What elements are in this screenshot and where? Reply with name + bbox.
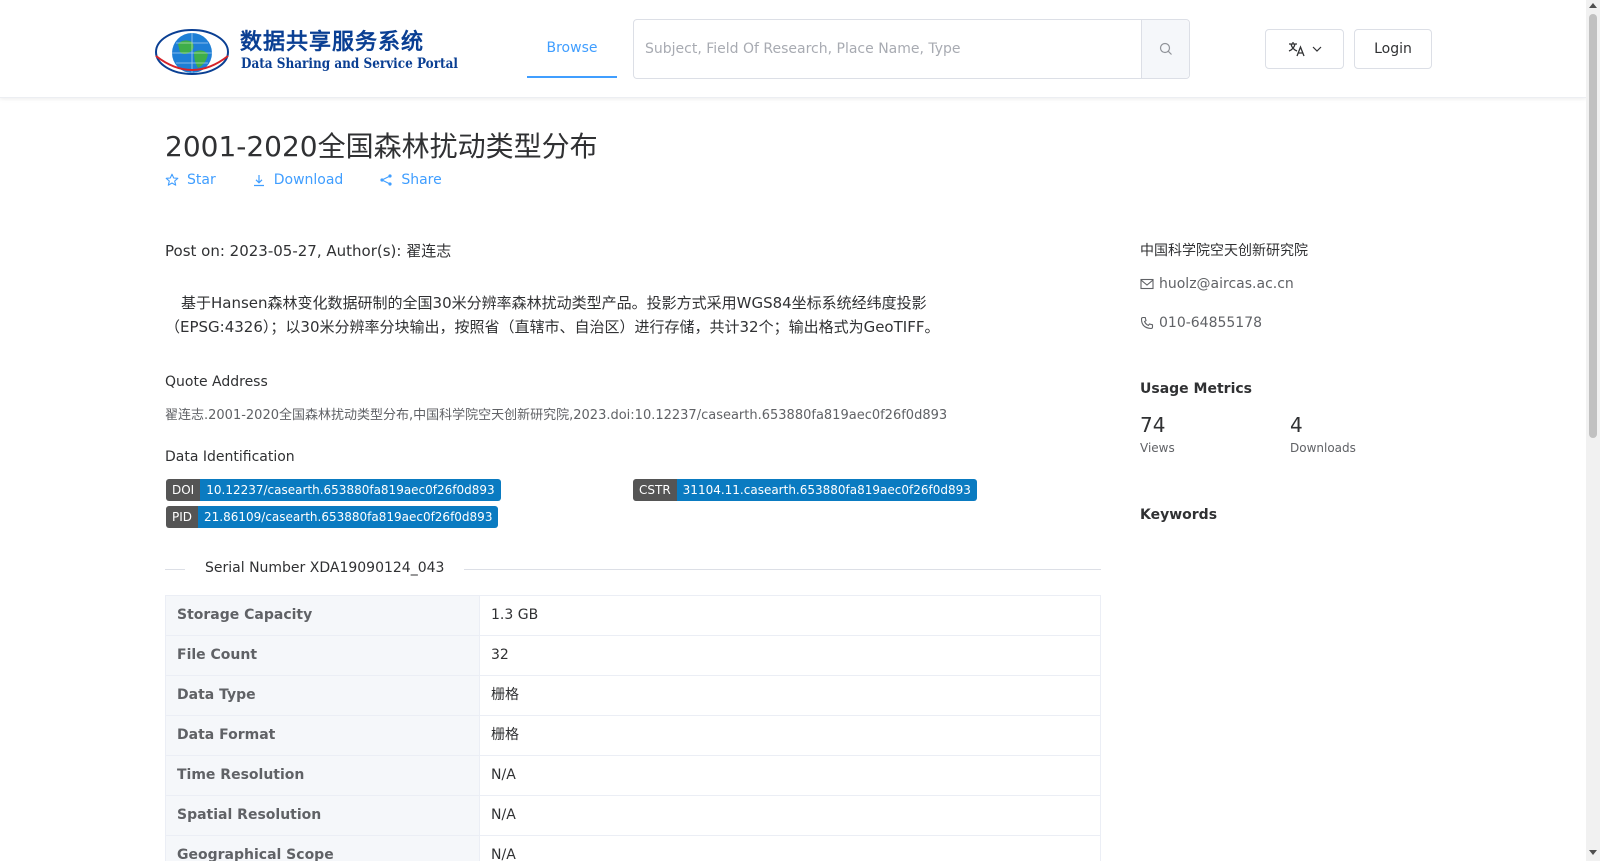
nav-browse-tab[interactable]: Browse bbox=[527, 24, 617, 78]
doi-badge[interactable]: DOI 10.12237/casearth.653880fa819aec0f26… bbox=[166, 479, 501, 501]
table-value: 栅格 bbox=[491, 687, 519, 703]
table-row: Data Type 栅格 bbox=[166, 676, 1100, 716]
views-metric: 74 Views bbox=[1140, 413, 1175, 455]
cstr-badge-key: CSTR bbox=[633, 479, 677, 501]
table-key: Geographical Scope bbox=[166, 836, 480, 861]
scroll-down-arrow-icon[interactable] bbox=[1589, 850, 1597, 855]
post-info: Post on: 2023-05-27, Author(s): 翟连志 bbox=[165, 242, 452, 260]
translate-icon bbox=[1288, 42, 1305, 57]
dataset-title: 2001-2020全国森林扰动类型分布 bbox=[165, 130, 598, 163]
table-row: Spatial Resolution N/A bbox=[166, 796, 1100, 836]
search-icon bbox=[1159, 42, 1172, 55]
star-icon bbox=[165, 173, 179, 186]
downloads-count: 4 bbox=[1290, 413, 1303, 437]
logo-title-cn: 数据共享服务系统 bbox=[240, 30, 425, 55]
table-row: Storage Capacity 1.3 GB bbox=[166, 596, 1100, 636]
usage-metrics-heading: Usage Metrics bbox=[1140, 381, 1252, 397]
table-value: 栅格 bbox=[491, 727, 519, 743]
scroll-up-arrow-icon[interactable] bbox=[1589, 3, 1597, 8]
top-header: 数据共享服务系统 Data Sharing and Service Portal… bbox=[0, 0, 1586, 98]
contact-email[interactable]: huolz@aircas.ac.cn bbox=[1140, 276, 1294, 292]
search-button[interactable] bbox=[1141, 20, 1189, 78]
table-key: Spatial Resolution bbox=[166, 796, 480, 835]
scroll-thumb[interactable] bbox=[1589, 14, 1597, 438]
share-label: Share bbox=[401, 172, 442, 188]
download-label: Download bbox=[273, 172, 344, 188]
table-key: File Count bbox=[166, 636, 480, 675]
star-label: Star bbox=[187, 172, 216, 188]
downloads-metric: 4 Downloads bbox=[1290, 413, 1356, 455]
doi-badge-key: DOI bbox=[166, 479, 201, 501]
logo-title-en: Data Sharing and Service Portal bbox=[241, 56, 458, 72]
data-identification-label: Data Identification bbox=[165, 449, 295, 465]
metadata-table: Storage Capacity 1.3 GB File Count 32 Da… bbox=[165, 595, 1101, 861]
table-row: Data Format 栅格 bbox=[166, 716, 1100, 756]
share-icon bbox=[380, 174, 392, 186]
quote-address-label: Quote Address bbox=[165, 374, 268, 390]
table-key: Data Format bbox=[166, 716, 480, 755]
share-button[interactable]: Share bbox=[379, 172, 442, 188]
chevron-down-icon bbox=[1312, 46, 1321, 52]
serial-number: Serial Number XDA19090124_043 bbox=[185, 560, 465, 576]
star-button[interactable]: Star bbox=[165, 172, 216, 188]
table-key: Data Type bbox=[166, 676, 480, 715]
cstr-badge-value: 31104.11.casearth.653880fa819aec0f26f0d8… bbox=[676, 479, 977, 501]
table-key: Storage Capacity bbox=[166, 596, 480, 635]
search-input[interactable] bbox=[634, 20, 1141, 78]
views-count: 74 bbox=[1140, 413, 1166, 437]
table-row: File Count 32 bbox=[166, 636, 1100, 676]
download-icon bbox=[253, 175, 264, 187]
site-logo[interactable]: 数据共享服务系统 Data Sharing and Service Portal bbox=[154, 22, 458, 80]
mail-icon bbox=[1140, 278, 1154, 290]
pid-badge-value: 21.86109/casearth.653880fa819aec0f26f0d8… bbox=[198, 506, 499, 528]
page-scrollbar[interactable] bbox=[1586, 0, 1600, 861]
table-key: Time Resolution bbox=[166, 756, 480, 795]
pid-badge-key: PID bbox=[166, 506, 199, 528]
table-value: N/A bbox=[491, 767, 516, 783]
table-value: N/A bbox=[491, 847, 516, 861]
phone-icon bbox=[1140, 316, 1154, 330]
contact-phone[interactable]: 010-64855178 bbox=[1140, 315, 1262, 331]
keywords-heading: Keywords bbox=[1140, 507, 1218, 523]
phone-text: 010-64855178 bbox=[1159, 315, 1263, 331]
globe-logo-icon bbox=[155, 29, 229, 75]
table-row: Time Resolution N/A bbox=[166, 756, 1100, 796]
table-value: 1.3 GB bbox=[491, 607, 539, 623]
search-bar bbox=[633, 19, 1190, 79]
table-value: N/A bbox=[491, 807, 516, 823]
organization-name: 中国科学院空天创新研究院 bbox=[1140, 243, 1308, 259]
dataset-actions: Star Download Share bbox=[165, 172, 442, 188]
table-value: 32 bbox=[491, 647, 509, 663]
pid-badge[interactable]: PID 21.86109/casearth.653880fa819aec0f26… bbox=[166, 506, 499, 528]
table-row: Geographical Scope N/A bbox=[166, 836, 1100, 861]
dataset-description: 基于Hansen森林变化数据研制的全国30米分辨率森林扰动类型产品。投影方式采用… bbox=[165, 294, 940, 336]
doi-badge-value: 10.12237/casearth.653880fa819aec0f26f0d8… bbox=[200, 479, 501, 501]
downloads-label: Downloads bbox=[1290, 441, 1356, 455]
email-text: huolz@aircas.ac.cn bbox=[1159, 276, 1294, 292]
cstr-badge[interactable]: CSTR 31104.11.casearth.653880fa819aec0f2… bbox=[633, 479, 977, 501]
login-button[interactable]: Login bbox=[1354, 29, 1432, 69]
language-switch-button[interactable] bbox=[1265, 29, 1344, 69]
views-label: Views bbox=[1140, 441, 1175, 455]
quote-address-text: 翟连志.2001-2020全国森林扰动类型分布,中国科学院空天创新研究院,202… bbox=[165, 408, 948, 423]
download-button[interactable]: Download bbox=[252, 172, 344, 188]
